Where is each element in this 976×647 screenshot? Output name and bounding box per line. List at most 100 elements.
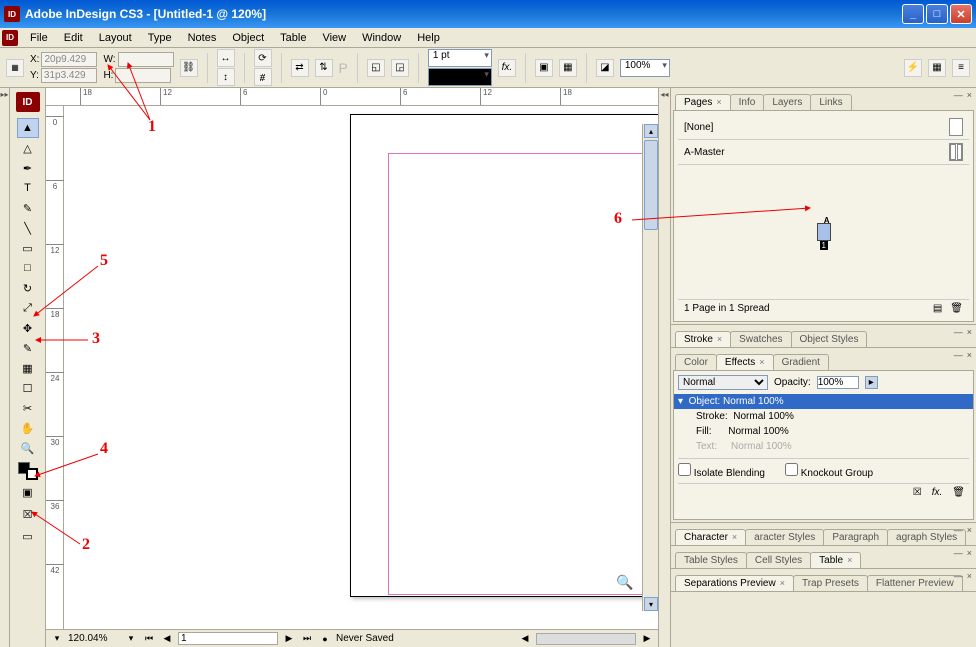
vertical-scrollbar[interactable]: ▴ ▾ <box>642 124 658 611</box>
scroll-down-button[interactable]: ▾ <box>644 597 658 611</box>
clear-effects-icon[interactable]: ☒ <box>913 487 922 498</box>
master-none-row[interactable]: [None] <box>678 115 969 140</box>
tab-object-styles[interactable]: Object Styles <box>791 331 868 347</box>
knockout-group-checkbox[interactable]: Knockout Group <box>785 463 873 479</box>
text-wrap-none-icon[interactable]: ▣ <box>535 59 553 77</box>
tab-character-styles[interactable]: aracter Styles <box>745 529 824 545</box>
select-content-icon[interactable]: ◲ <box>391 59 409 77</box>
eyedropper-tool[interactable]: ✎ <box>17 338 39 358</box>
rotate-icon[interactable]: ⟳ <box>254 49 272 67</box>
tab-table-styles[interactable]: Table Styles <box>675 552 747 568</box>
constrain-icon[interactable]: ⛓ <box>180 59 198 77</box>
first-page-button[interactable]: ⏮ <box>142 632 156 646</box>
vertical-ruler[interactable]: 06121824303642 <box>46 106 64 629</box>
tab-stroke[interactable]: Stroke× <box>675 331 731 347</box>
gradient-tool[interactable]: ▦ <box>17 358 39 378</box>
quick-apply-icon[interactable]: ⚡ <box>904 59 922 77</box>
panel-close-icon[interactable]: × <box>967 525 972 535</box>
zoom-popup-icon[interactable]: ▾ <box>50 632 64 646</box>
rotate-tool[interactable]: ↻ <box>17 278 39 298</box>
panel-minimize-icon[interactable]: — <box>954 525 963 535</box>
tab-swatches[interactable]: Swatches <box>730 331 791 347</box>
zoom-dropdown-icon[interactable]: ▾ <box>124 632 138 646</box>
menu-edit[interactable]: Edit <box>56 30 91 46</box>
free-transform-tool[interactable]: ✥ <box>17 318 39 338</box>
panel-minimize-icon[interactable]: — <box>954 327 963 337</box>
last-page-button[interactable]: ⏭ <box>300 632 314 646</box>
blend-mode-select[interactable]: Normal <box>678 375 768 390</box>
tab-flattener[interactable]: Flattener Preview <box>867 575 963 591</box>
menu-view[interactable]: View <box>314 30 354 46</box>
zoom-tool[interactable]: 🔍 <box>17 438 39 458</box>
horizontal-scrollbar[interactable] <box>536 633 636 645</box>
menu-table[interactable]: Table <box>272 30 314 46</box>
menu-window[interactable]: Window <box>354 30 409 46</box>
control-zoom-select[interactable]: 100% <box>620 59 670 77</box>
tab-table[interactable]: Table× <box>810 552 861 568</box>
page-area[interactable]: 🔍 ▴ ▾ <box>64 106 658 629</box>
hand-tool[interactable]: ✋ <box>17 418 39 438</box>
none-page-thumb[interactable] <box>949 118 963 136</box>
page-input[interactable] <box>178 632 278 645</box>
panel-close-icon[interactable]: × <box>967 327 972 337</box>
scroll-right-button[interactable]: ▶ <box>640 632 654 646</box>
scale-y-icon[interactable]: ↕ <box>217 68 235 86</box>
flip-v-icon[interactable]: ⇅ <box>315 59 333 77</box>
opacity-dropdown-icon[interactable]: ▸ <box>865 376 878 389</box>
opacity-input[interactable] <box>817 376 859 389</box>
window-minimize-button[interactable]: _ <box>902 4 924 24</box>
zoom-level[interactable]: 120.04% <box>68 633 120 644</box>
menu-help[interactable]: Help <box>409 30 448 46</box>
new-page-icon[interactable]: ▤ <box>933 303 942 314</box>
effect-target-stroke[interactable]: Stroke: Normal 100% <box>678 409 969 424</box>
panel-close-icon[interactable]: × <box>967 571 972 581</box>
text-wrap-bbox-icon[interactable]: ▦ <box>559 59 577 77</box>
flip-h-icon[interactable]: ⇄ <box>291 59 309 77</box>
left-dock-strip[interactable]: ▸▸ <box>0 88 10 647</box>
panel-minimize-icon[interactable]: — <box>954 90 963 100</box>
page-1-thumb[interactable]: A 1 <box>817 223 831 241</box>
scroll-left-button[interactable]: ◀ <box>518 632 532 646</box>
tab-cell-styles[interactable]: Cell Styles <box>746 552 811 568</box>
isolate-blending-checkbox[interactable]: Isolate Blending <box>678 463 765 479</box>
format-container-icon[interactable]: ▣ <box>17 482 39 502</box>
panel-close-icon[interactable]: × <box>967 90 972 100</box>
scissors-tool[interactable]: ✂ <box>17 398 39 418</box>
tab-gradient[interactable]: Gradient <box>773 354 829 370</box>
delete-effect-icon[interactable]: 🗑 <box>952 487 965 498</box>
menu-type[interactable]: Type <box>140 30 180 46</box>
scroll-thumb[interactable] <box>644 140 658 230</box>
scale-x-icon[interactable]: ↔ <box>217 49 235 67</box>
window-close-button[interactable]: ✕ <box>950 4 972 24</box>
rectangle-frame-tool[interactable]: ▭ <box>17 238 39 258</box>
menu-layout[interactable]: Layout <box>91 30 140 46</box>
tab-paragraph[interactable]: Paragraph <box>823 529 888 545</box>
apply-none-icon[interactable]: ☒ <box>17 504 39 524</box>
fill-stroke-swatch[interactable] <box>16 460 40 480</box>
pencil-tool[interactable]: ✎ <box>17 198 39 218</box>
horizontal-ruler[interactable]: 18126061218 <box>46 88 658 106</box>
panel-close-icon[interactable]: × <box>967 350 972 360</box>
tab-links[interactable]: Links <box>810 94 851 110</box>
tab-trap-presets[interactable]: Trap Presets <box>793 575 868 591</box>
window-maximize-button[interactable]: □ <box>926 4 948 24</box>
scale-tool[interactable]: ⤢ <box>17 298 39 318</box>
next-page-button[interactable]: ▶ <box>282 632 296 646</box>
drop-shadow-icon[interactable]: ◪ <box>596 59 614 77</box>
tab-separations[interactable]: Separations Preview× <box>675 575 794 591</box>
w-input[interactable] <box>118 52 174 67</box>
fx-button[interactable]: fx. <box>498 59 516 77</box>
tab-layers[interactable]: Layers <box>763 94 811 110</box>
panel-minimize-icon[interactable]: — <box>954 548 963 558</box>
effect-target-object[interactable]: ▾ Object: Normal 100% <box>674 394 973 409</box>
tab-effects[interactable]: Effects× <box>716 354 774 370</box>
preflight-icon[interactable]: ● <box>318 632 332 646</box>
button-tool[interactable]: ☐ <box>17 378 39 398</box>
h-input[interactable] <box>115 68 171 83</box>
tab-pages[interactable]: Pages× <box>675 94 731 110</box>
delete-page-icon[interactable]: 🗑 <box>950 303 963 314</box>
panel-minimize-icon[interactable]: — <box>954 571 963 581</box>
type-tool[interactable]: T <box>17 178 39 198</box>
menu-object[interactable]: Object <box>224 30 272 46</box>
master-a-row[interactable]: A-Master <box>678 140 969 165</box>
